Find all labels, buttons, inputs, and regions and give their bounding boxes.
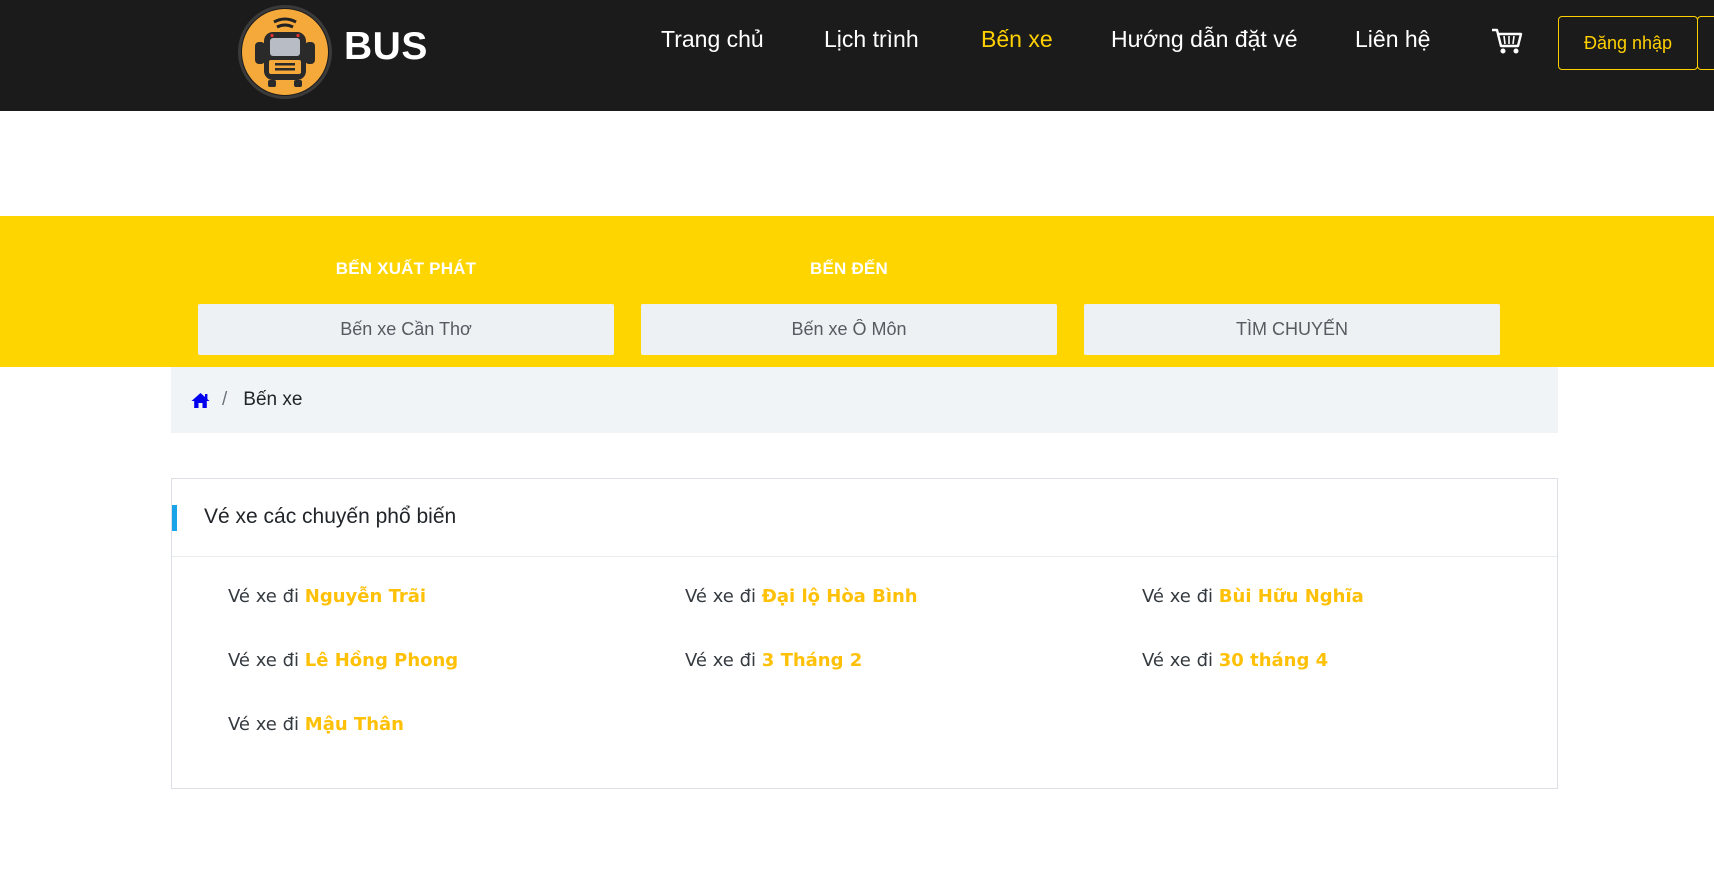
search-trips-button[interactable]: TÌM CHUYẾN bbox=[1084, 304, 1500, 355]
register-button[interactable] bbox=[1697, 16, 1714, 70]
route-destination: 30 tháng 4 bbox=[1218, 650, 1329, 671]
route-link[interactable]: Vé xe đi Nguyễn Trãi bbox=[228, 586, 426, 607]
nav-home[interactable]: Trang chủ bbox=[661, 26, 764, 53]
brand-name[interactable]: BUS bbox=[344, 25, 428, 69]
trip-search-bar: BẾN XUẤT PHÁT BẾN ĐẾN TÌM CHUYẾN bbox=[0, 216, 1714, 367]
bus-logo-icon[interactable] bbox=[238, 5, 332, 99]
route-prefix: Vé xe đi bbox=[228, 586, 300, 607]
route-link[interactable]: Vé xe đi Mậu Thân bbox=[228, 714, 404, 735]
nav-bus-stations[interactable]: Bến xe bbox=[981, 26, 1053, 53]
route-link[interactable]: Vé xe đi 3 Tháng 2 bbox=[685, 650, 862, 671]
route-destination: Nguyễn Trãi bbox=[304, 586, 427, 607]
top-navbar: BUS Trang chủ Lịch trình Bến xe Hướng dẫ… bbox=[0, 0, 1714, 111]
home-icon[interactable] bbox=[191, 392, 210, 409]
nav-contact[interactable]: Liên hệ bbox=[1355, 26, 1430, 53]
route-link[interactable]: Vé xe đi Lê Hồng Phong bbox=[228, 650, 458, 671]
arrival-station-input[interactable] bbox=[641, 304, 1057, 355]
login-button[interactable]: Đăng nhập bbox=[1558, 16, 1698, 70]
route-link[interactable]: Vé xe đi 30 tháng 4 bbox=[1142, 650, 1328, 671]
route-prefix: Vé xe đi bbox=[228, 650, 300, 671]
route-link[interactable]: Vé xe đi Bùi Hữu Nghĩa bbox=[1142, 586, 1364, 607]
route-link[interactable]: Vé xe đi Đại lộ Hòa Bình bbox=[685, 586, 918, 607]
route-prefix: Vé xe đi bbox=[1142, 586, 1214, 607]
route-prefix: Vé xe đi bbox=[685, 586, 757, 607]
card-accent-bar bbox=[172, 505, 177, 531]
cart-icon[interactable] bbox=[1490, 26, 1524, 56]
card-title: Vé xe các chuyến phổ biến bbox=[204, 505, 457, 528]
route-prefix: Vé xe đi bbox=[228, 714, 300, 735]
route-destination: Đại lộ Hòa Bình bbox=[761, 586, 918, 607]
route-destination: 3 Tháng 2 bbox=[761, 650, 863, 671]
route-destination: Mậu Thân bbox=[304, 714, 404, 735]
nav-schedule[interactable]: Lịch trình bbox=[824, 26, 919, 53]
arrival-label: BẾN ĐẾN bbox=[810, 259, 888, 278]
breadcrumb-current: Bến xe bbox=[243, 389, 303, 410]
popular-routes-card: Vé xe các chuyến phổ biến Vé xe đi Nguyễ… bbox=[171, 478, 1558, 789]
departure-label: BẾN XUẤT PHÁT bbox=[335, 259, 477, 278]
route-prefix: Vé xe đi bbox=[1142, 650, 1214, 671]
departure-station-input[interactable] bbox=[198, 304, 614, 355]
breadcrumb-separator: / bbox=[222, 389, 228, 410]
route-destination: Bùi Hữu Nghĩa bbox=[1218, 586, 1364, 607]
route-destination: Lê Hồng Phong bbox=[304, 650, 459, 671]
breadcrumb: / Bến xe bbox=[171, 367, 1558, 433]
route-prefix: Vé xe đi bbox=[685, 650, 757, 671]
card-header: Vé xe các chuyến phổ biến bbox=[172, 479, 1557, 557]
nav-booking-guide[interactable]: Hướng dẫn đặt vé bbox=[1111, 26, 1297, 53]
